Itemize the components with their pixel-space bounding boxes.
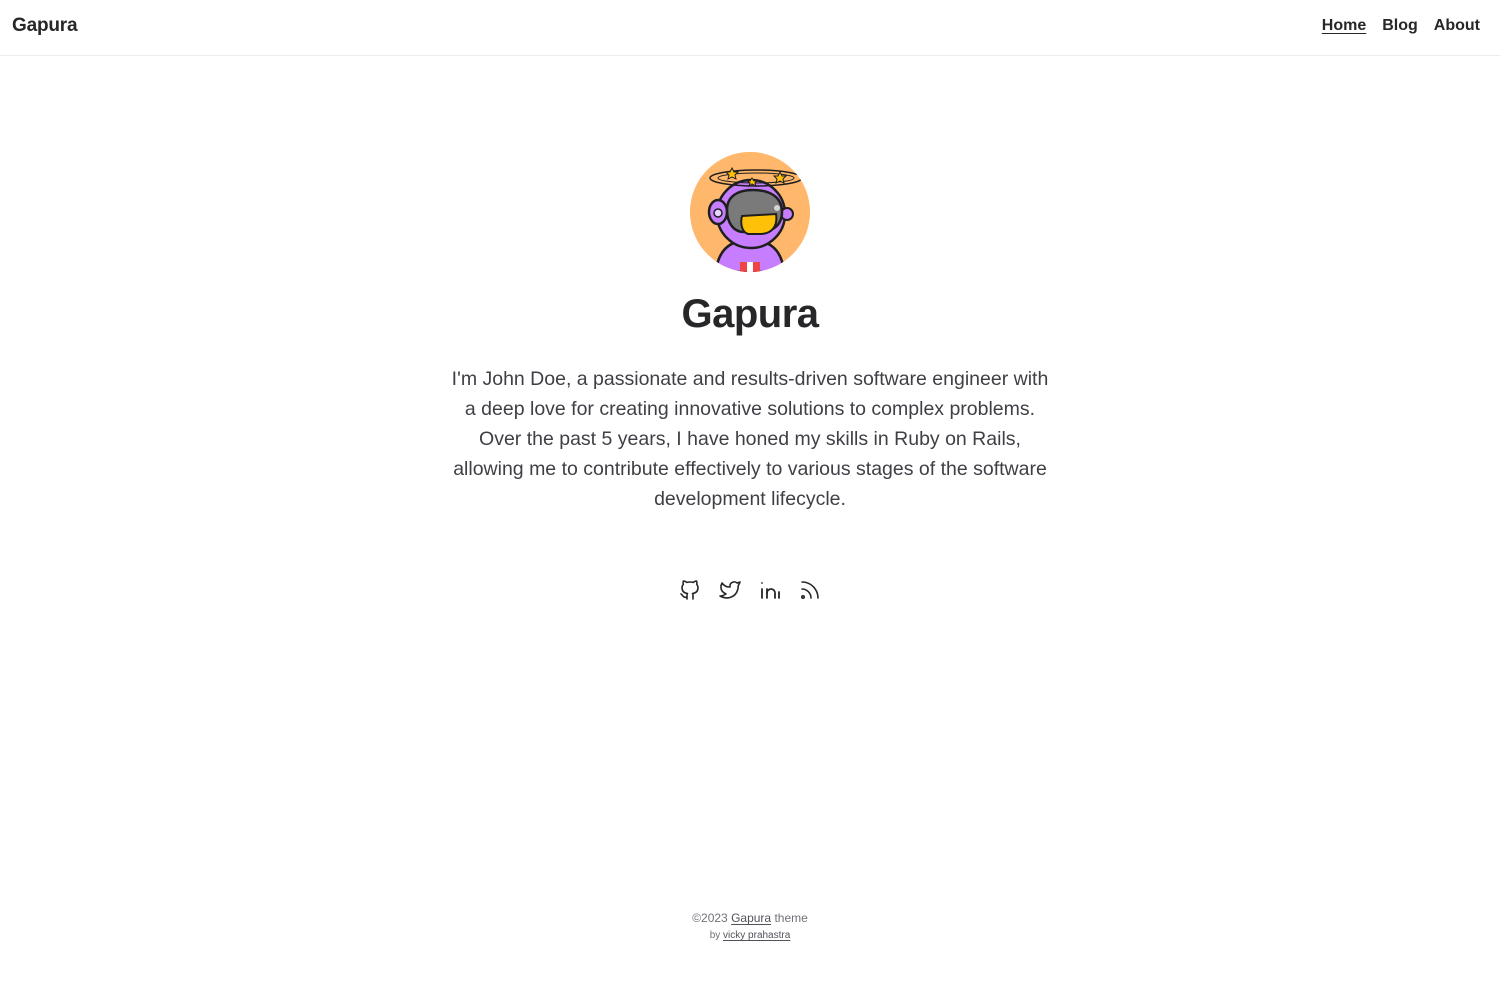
by-label: by [709, 930, 721, 941]
copyright-text: ©2023 [692, 911, 728, 925]
twitter-icon [719, 580, 741, 599]
theme-suffix: theme [774, 911, 808, 925]
theme-link[interactable]: Gapura [731, 911, 771, 925]
footer-copyright-line: ©2023 Gapura theme [0, 909, 1500, 927]
nav-home[interactable]: Home [1322, 17, 1366, 35]
github-link[interactable] [678, 578, 702, 602]
linkedin-icon [761, 581, 780, 599]
rss-icon [800, 580, 819, 599]
site-header: Gapura Home Blog About [0, 0, 1500, 56]
nav-about[interactable]: About [1434, 17, 1480, 35]
linkedin-link[interactable] [758, 578, 782, 602]
github-icon [680, 579, 699, 600]
nav-blog[interactable]: Blog [1382, 17, 1418, 35]
bio-text: I'm John Doe, a passionate and results-d… [451, 368, 1049, 510]
site-footer: ©2023 Gapura theme by vicky prahastra [0, 909, 1500, 945]
page-title: Gapura [681, 292, 819, 336]
astronaut-avatar-icon [690, 152, 810, 272]
brand-link[interactable]: Gapura [12, 15, 78, 37]
main-nav: Home Blog About [1322, 17, 1480, 35]
avatar [690, 152, 810, 272]
social-links [678, 578, 822, 602]
twitter-link[interactable] [718, 578, 742, 602]
footer-author-line: by vicky prahastra [0, 927, 1500, 945]
rss-link[interactable] [798, 578, 822, 602]
author-link[interactable]: vicky prahastra [723, 930, 790, 941]
hero-section: Gapura I'm John Doe, a passionate and re… [0, 152, 1500, 602]
